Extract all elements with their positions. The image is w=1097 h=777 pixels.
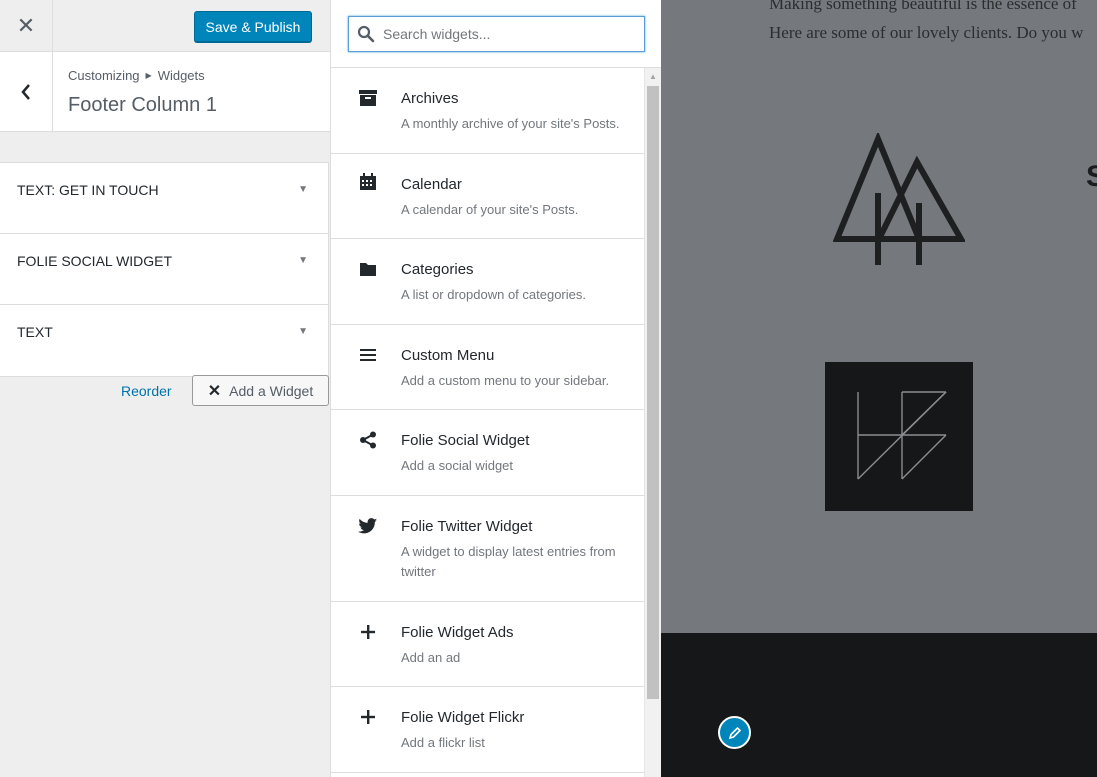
client-logo-square: [825, 362, 973, 511]
available-widget-archives[interactable]: Archives A monthly archive of your site'…: [331, 68, 644, 154]
widget-description: A calendar of your site's Posts.: [401, 202, 579, 217]
sidebar-widget-list: TEXT: GET IN TOUCH ▼ FOLIE SOCIAL WIDGET…: [0, 162, 329, 377]
share-icon: [358, 430, 378, 450]
available-widget-list: Archives A monthly archive of your site'…: [331, 68, 644, 773]
search-icon: [357, 25, 375, 43]
widget-description: Add a custom menu to your sidebar.: [401, 373, 610, 388]
close-icon: ✕: [207, 382, 222, 400]
add-widget-button[interactable]: ✕ Add a Widget: [192, 375, 329, 406]
widget-description: Add an ad: [401, 650, 461, 665]
expand-arrow-icon[interactable]: ▼: [298, 255, 308, 266]
preview-footer: [661, 633, 1097, 777]
breadcrumb-item: Widgets: [157, 68, 205, 83]
widget-description: Add a flickr list: [401, 735, 485, 750]
widget-search-bar: [331, 0, 661, 68]
widget-name: Archives: [401, 90, 459, 107]
folder-icon: [358, 259, 378, 279]
available-widget-calendar[interactable]: Calendar A calendar of your site's Posts…: [331, 154, 644, 239]
widget-name: Categories: [401, 261, 474, 278]
pencil-icon: [728, 726, 741, 739]
page-title: Footer Column 1: [68, 94, 217, 116]
widget-row-text-get-in-touch[interactable]: TEXT: GET IN TOUCH ▼: [0, 163, 328, 234]
customizer-panel: ✕ Save & Publish Customizing ▶ Widgets F…: [0, 0, 330, 777]
add-widget-label: Add a Widget: [229, 382, 314, 399]
available-widget-folie-ads[interactable]: Folie Widget Ads Add an ad: [331, 602, 644, 687]
widget-description: Add a social widget: [401, 458, 514, 473]
client-logo-trees: [833, 133, 965, 265]
preview-content-area: Making something beautiful is the essenc…: [661, 0, 1097, 633]
plus-icon: [358, 707, 378, 727]
expand-arrow-icon[interactable]: ▼: [298, 326, 308, 337]
close-customizer-button[interactable]: ✕: [0, 0, 53, 52]
widget-name: Calendar: [401, 176, 462, 193]
scrollbar-thumb[interactable]: [647, 86, 659, 699]
widget-title: TEXT: GET IN TOUCH: [17, 182, 159, 198]
plus-icon: [358, 622, 378, 642]
widget-name: Folie Social Widget: [401, 432, 530, 449]
chevron-left-icon: [21, 84, 30, 100]
widget-name: Folie Twitter Widget: [401, 518, 533, 535]
expand-arrow-icon[interactable]: ▼: [298, 184, 308, 195]
client-logo-mark: [857, 391, 947, 480]
widget-name: Folie Widget Flickr: [401, 709, 525, 726]
close-icon: ✕: [16, 13, 36, 38]
widget-description: A monthly archive of your site's Posts.: [401, 116, 620, 131]
widget-title: TEXT: [17, 324, 53, 340]
section-header: Customizing ▶ Widgets Footer Column 1: [0, 52, 330, 132]
scrollbar[interactable]: ▲: [644, 68, 661, 777]
breadcrumb: Customizing ▶ Widgets: [68, 68, 205, 83]
customizer-header: ✕ Save & Publish: [0, 0, 330, 52]
search-box[interactable]: [348, 16, 645, 52]
preview-text-line: Making something beautiful is the essenc…: [769, 0, 1077, 13]
widget-description: A widget to display latest entries from …: [401, 544, 616, 579]
available-widget-folie-social[interactable]: Folie Social Widget Add a social widget: [331, 410, 644, 496]
scroll-up-arrow-icon[interactable]: ▲: [649, 72, 657, 81]
preview-text-line: Here are some of our lovely clients. Do …: [769, 23, 1084, 42]
save-publish-button[interactable]: Save & Publish: [194, 11, 312, 42]
widget-row-text[interactable]: TEXT ▼: [0, 305, 328, 376]
widget-name: Folie Widget Ads: [401, 624, 514, 641]
search-input[interactable]: [383, 26, 633, 42]
site-preview: Making something beautiful is the essenc…: [661, 0, 1097, 777]
widget-row-folie-social[interactable]: FOLIE SOCIAL WIDGET ▼: [0, 234, 328, 305]
edit-shortcut-button[interactable]: [718, 716, 751, 749]
twitter-icon: [358, 516, 378, 536]
menu-icon: [358, 345, 378, 365]
reorder-link[interactable]: Reorder: [121, 383, 172, 399]
back-button[interactable]: [0, 52, 53, 132]
available-widget-categories[interactable]: Categories A list or dropdown of categor…: [331, 239, 644, 325]
calendar-icon: [358, 172, 378, 192]
available-widgets-panel: Archives A monthly archive of your site'…: [330, 0, 661, 777]
widget-description: A list or dropdown of categories.: [401, 287, 586, 302]
widget-title: FOLIE SOCIAL WIDGET: [17, 253, 173, 269]
widget-name: Custom Menu: [401, 347, 495, 364]
available-widget-folie-flickr[interactable]: Folie Widget Flickr Add a flickr list: [331, 687, 644, 773]
preview-heading-fragment: S: [1086, 160, 1097, 193]
breadcrumb-item: Customizing: [68, 68, 140, 83]
available-widget-folie-twitter[interactable]: Folie Twitter Widget A widget to display…: [331, 496, 644, 602]
breadcrumb-separator-icon: ▶: [145, 71, 152, 80]
available-widget-custom-menu[interactable]: Custom Menu Add a custom menu to your si…: [331, 325, 644, 410]
archive-icon: [358, 88, 378, 108]
